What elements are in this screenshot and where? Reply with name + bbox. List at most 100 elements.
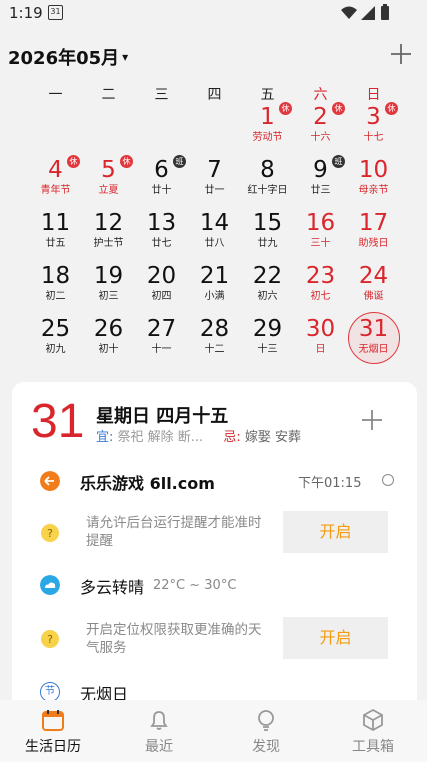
weekday-label: 二 xyxy=(101,87,116,103)
weekday-label: 五 xyxy=(260,87,275,103)
weekday-label: 日 xyxy=(366,87,381,103)
selected-day-number: 31 xyxy=(31,395,85,448)
day-number: 22 xyxy=(252,263,283,289)
day-subtitle: 红十字日 xyxy=(247,185,288,196)
calendar-day[interactable]: 18 初二 xyxy=(29,263,82,313)
bottom-tab-bar: 生活日历 最近 发现 工具箱 xyxy=(0,700,427,762)
calendar-day[interactable]: 19 初三 xyxy=(82,263,135,313)
status-time: 1:19 xyxy=(9,4,43,22)
calendar-day-today[interactable]: 31 无烟日 xyxy=(347,312,400,366)
calendar-day[interactable]: 2 十六休 xyxy=(294,102,347,154)
day-subtitle: 青年节 xyxy=(40,185,71,196)
bell-icon xyxy=(150,711,168,730)
tab-toolbox[interactable]: 工具箱 xyxy=(320,700,426,762)
yi-label: 宜: xyxy=(96,430,114,445)
workday-badge: 班 xyxy=(332,155,345,168)
day-subtitle: 十三 xyxy=(257,344,278,355)
holiday-row[interactable]: 节 无烟日 xyxy=(12,680,417,702)
day-number: 26 xyxy=(93,316,124,342)
calendar-day[interactable]: 14 廿八 xyxy=(188,210,241,260)
day-number: 10 xyxy=(358,157,389,183)
day-subtitle: 初三 xyxy=(98,291,119,302)
weather-title: 多云转晴 xyxy=(80,578,145,597)
add-event-icon[interactable] xyxy=(361,409,383,431)
day-subtitle: 三十 xyxy=(310,238,331,249)
calendar-day[interactable]: 12 护士节 xyxy=(82,210,135,260)
day-number: 25 xyxy=(40,316,71,342)
tab-label: 生活日历 xyxy=(25,739,81,755)
day-number: 16 xyxy=(305,210,336,236)
day-subtitle: 护士节 xyxy=(93,238,124,249)
holiday-title: 无烟日 xyxy=(80,685,129,702)
month-selector[interactable]: 2026年05月 ▾ xyxy=(8,44,128,70)
day-number: 29 xyxy=(252,316,283,342)
enable-background-button[interactable]: 开启 xyxy=(283,511,388,553)
calendar-day[interactable]: 13 廿七 xyxy=(135,210,188,260)
system-status-icons xyxy=(341,4,389,20)
tab-discover[interactable]: 发现 xyxy=(213,700,319,762)
calendar-day[interactable]: 7 廿一 xyxy=(188,157,241,207)
calendar-day[interactable]: 26 初十 xyxy=(82,316,135,366)
weather-row[interactable]: 多云转晴 22°C ~ 30°C xyxy=(12,572,417,602)
calendar-day[interactable]: 1 劳动节休 xyxy=(241,102,294,154)
calendar-day[interactable]: 25 初九 xyxy=(29,316,82,366)
weekday-header: 一二三四五六日 xyxy=(0,84,427,104)
calendar-day[interactable]: 24 佛诞 xyxy=(347,263,400,313)
calendar-day[interactable]: 5 立夏休 xyxy=(82,155,135,207)
calendar-day[interactable]: 15 廿九 xyxy=(241,210,294,260)
day-number: 7 xyxy=(207,157,222,183)
calendar-day[interactable]: 23 初七 xyxy=(294,263,347,313)
day-subtitle: 无烟日 xyxy=(358,344,389,355)
calendar-day[interactable]: 4 青年节休 xyxy=(29,155,82,207)
calendar-day[interactable]: 30 日 xyxy=(294,316,347,366)
day-subtitle: 日 xyxy=(315,344,326,355)
signal-icon xyxy=(361,6,375,20)
event-time: 下午01:15 xyxy=(298,476,362,491)
day-number: 12 xyxy=(93,210,124,236)
wifi-icon xyxy=(341,6,357,19)
background-permission-hint: 请允许后台运行提醒才能准时提醒 xyxy=(86,515,262,549)
svg-text:?: ? xyxy=(47,527,53,540)
calendar-day[interactable]: 6 廿十班 xyxy=(135,155,188,207)
day-number: 14 xyxy=(199,210,230,236)
month-title: 2026年05月 xyxy=(8,48,120,69)
event-checkbox[interactable] xyxy=(382,474,394,486)
calendar-day[interactable]: 29 十三 xyxy=(241,316,294,366)
day-number: 15 xyxy=(252,210,283,236)
calendar-day[interactable]: 22 初六 xyxy=(241,263,294,313)
day-subtitle: 廿七 xyxy=(151,238,172,249)
calendar-day[interactable]: 3 十七休 xyxy=(347,102,400,154)
calendar-day[interactable]: 17 助残日 xyxy=(347,210,400,260)
ji-label: 忌: xyxy=(223,430,241,445)
calendar-day[interactable]: 20 初四 xyxy=(135,263,188,313)
tab-label: 工具箱 xyxy=(352,739,394,755)
location-permission-row: ? 开启定位权限获取更准确的天气服务 开启 xyxy=(12,616,417,660)
event-row[interactable]: 乐乐游戏 6ll.com 下午01:15 xyxy=(12,468,417,498)
day-subtitle: 十七 xyxy=(363,132,384,143)
tab-recent[interactable]: 最近 xyxy=(106,700,212,762)
day-subtitle: 初七 xyxy=(310,291,331,302)
day-subtitle: 母亲节 xyxy=(358,185,389,196)
calendar-day[interactable]: 10 母亲节 xyxy=(347,157,400,207)
day-subtitle: 廿八 xyxy=(204,238,225,249)
day-detail-card: 31 星期日 四月十五 宜: 祭祀 解除 断... 忌: 嫁娶 安葬 乐乐游戏 … xyxy=(12,382,417,702)
dropdown-caret-icon: ▾ xyxy=(122,50,129,64)
tab-life-calendar[interactable]: 生活日历 xyxy=(0,700,106,762)
calendar-day[interactable]: 11 廿五 xyxy=(29,210,82,260)
location-permission-hint: 开启定位权限获取更准确的天气服务 xyxy=(86,622,262,656)
calendar-day[interactable]: 9 廿三班 xyxy=(294,155,347,207)
calendar-day[interactable]: 27 十一 xyxy=(135,316,188,366)
calendar-day[interactable]: 28 十二 xyxy=(188,316,241,366)
calendar-day[interactable]: 8 红十字日 xyxy=(241,157,294,207)
calendar-day[interactable]: 21 小满 xyxy=(188,263,241,313)
day-subtitle: 初十 xyxy=(98,344,119,355)
calendar-day[interactable]: 16 三十 xyxy=(294,210,347,260)
add-icon[interactable] xyxy=(389,42,413,66)
workday-badge: 班 xyxy=(173,155,186,168)
weekday-label: 三 xyxy=(154,87,169,103)
enable-location-button[interactable]: 开启 xyxy=(283,617,388,659)
almanac-line[interactable]: 宜: 祭祀 解除 断... 忌: 嫁娶 安葬 xyxy=(96,426,301,445)
day-number: 11 xyxy=(40,210,71,236)
day-subtitle: 初六 xyxy=(257,291,278,302)
weekday-label: 一 xyxy=(48,87,63,103)
